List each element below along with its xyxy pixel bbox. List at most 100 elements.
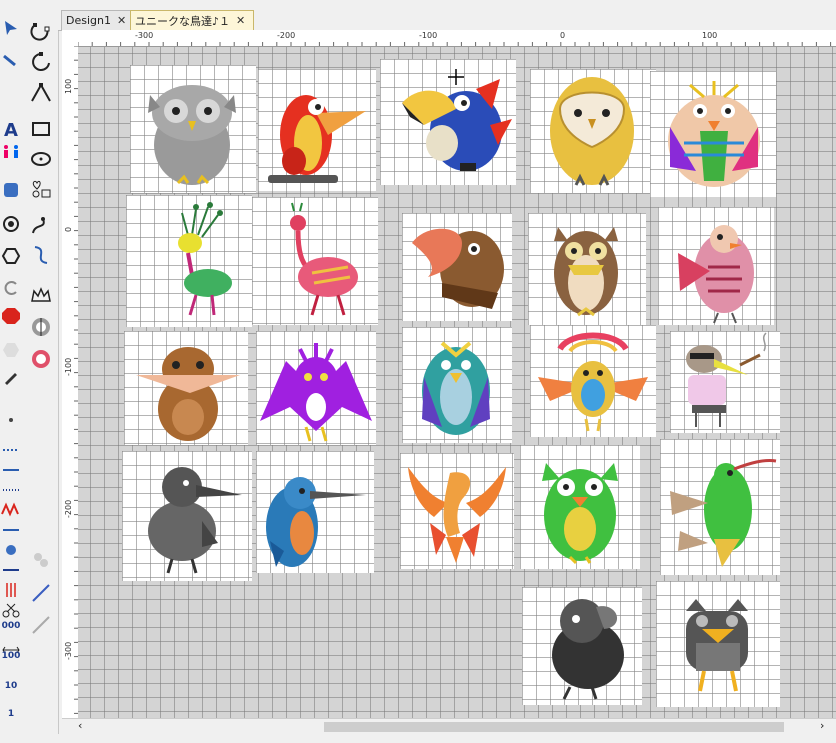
design-smoking-bird[interactable] — [670, 331, 780, 433]
figures-icon[interactable] — [0, 142, 22, 162]
tab-unique-birds[interactable]: ユニークな鳥達♪１ ✕ — [130, 10, 254, 30]
tab-close-icon[interactable]: ✕ — [236, 14, 245, 27]
needle-gray-icon[interactable] — [27, 612, 55, 638]
circle-tool-icon[interactable] — [0, 214, 22, 234]
edit-node-icon[interactable] — [27, 50, 55, 76]
curve-stitch-icon[interactable] — [27, 242, 55, 268]
design-black-crow[interactable] — [122, 451, 252, 581]
applique-icon[interactable] — [27, 314, 55, 340]
design-peacock[interactable] — [126, 195, 252, 327]
bead-icon[interactable] — [0, 540, 22, 560]
hooked-parrot-icon — [412, 228, 504, 309]
flamingo-bird-icon — [290, 202, 358, 316]
pen-icon[interactable] — [0, 368, 22, 388]
design-purple-bat-bird[interactable] — [256, 331, 376, 445]
scroll-left-icon[interactable]: ‹ — [78, 719, 82, 732]
design-gray-owl[interactable] — [130, 65, 256, 193]
fork-icon[interactable] — [0, 580, 22, 600]
stitch-icon-5[interactable] — [0, 560, 22, 580]
shapes-tool-icon[interactable] — [27, 176, 55, 202]
green-parrot-icon — [422, 341, 490, 435]
phoenix-icon — [408, 467, 506, 563]
green-owl-icon — [542, 463, 618, 565]
striped-owl-icon — [668, 81, 760, 187]
crown-icon[interactable] — [27, 282, 55, 308]
kingfisher-icon — [266, 477, 366, 567]
red-toucan-icon — [268, 95, 366, 183]
tab-label: ユニークな鳥達♪１ — [135, 14, 231, 28]
pink-bird-icon — [678, 225, 754, 324]
horizontal-scrollbar[interactable]: ‹ › — [62, 718, 836, 735]
scale-10-label[interactable]: 10 — [0, 676, 22, 696]
hummingbird-icon — [670, 459, 777, 567]
scale-100-label[interactable]: 100 — [0, 646, 22, 666]
magic-wand-icon[interactable] — [27, 548, 55, 574]
design-green-owl[interactable] — [520, 445, 640, 569]
ruler-corner — [62, 30, 79, 47]
design-striped-owl[interactable] — [650, 71, 776, 197]
design-green-parrot[interactable] — [402, 327, 512, 443]
ruler-label: 0 — [560, 31, 566, 40]
ruler-label: 0 — [64, 226, 73, 232]
design-phoenix[interactable] — [400, 453, 514, 569]
monogram-icon[interactable] — [27, 346, 55, 372]
brown-bird-icon — [136, 347, 240, 441]
running-stitch-icon[interactable] — [27, 212, 55, 238]
design-black-crow-2[interactable] — [522, 587, 642, 705]
scrollbar-thumb[interactable] — [324, 722, 784, 732]
stamp-icon[interactable] — [0, 180, 22, 200]
tab-close-icon[interactable]: ✕ — [117, 14, 126, 27]
tools-toolbar — [24, 0, 59, 743]
design-brown-bird[interactable] — [124, 331, 248, 445]
ruler-label: 100 — [702, 31, 718, 40]
rainbow-bird-icon — [538, 332, 648, 432]
needle-icon[interactable] — [27, 580, 55, 606]
crosshair-cursor-icon — [448, 69, 464, 85]
gray-owl-2-icon — [686, 599, 748, 692]
stop-icon[interactable] — [0, 306, 22, 326]
stitch-icon-3[interactable] — [0, 480, 22, 500]
ruler-label: -200 — [277, 31, 296, 40]
smoking-bird-icon — [686, 332, 767, 427]
stitch-icon-4[interactable] — [0, 520, 22, 540]
zigzag-icon[interactable] — [0, 500, 22, 520]
tool-icon-2[interactable] — [0, 52, 22, 72]
ruler-label: -200 — [64, 499, 73, 518]
design-canvas[interactable] — [78, 47, 836, 718]
ruler-ticks — [74, 46, 78, 714]
tool-icon-1[interactable] — [0, 18, 22, 38]
black-crow-icon — [148, 467, 242, 574]
hexagon-tool-icon[interactable] — [0, 246, 22, 266]
design-kingfisher[interactable] — [256, 451, 374, 573]
tab-design1[interactable]: Design1 ✕ — [61, 10, 135, 30]
scale-1-label[interactable]: 1 — [0, 704, 22, 724]
rectangle-tool-icon[interactable] — [27, 116, 55, 142]
cw-tool-icon[interactable] — [0, 278, 22, 298]
stitch-icon-1[interactable] — [0, 440, 22, 460]
black-crow-2-icon — [552, 599, 624, 700]
ruler-ticks — [78, 42, 832, 46]
text-tool-icon[interactable]: A — [0, 120, 22, 141]
design-brown-owl[interactable] — [528, 213, 646, 325]
ruler-label: -100 — [419, 31, 438, 40]
design-barn-owl[interactable] — [530, 69, 656, 193]
ruler-label: -300 — [64, 641, 73, 660]
design-gray-owl-2[interactable] — [656, 581, 780, 707]
vertical-ruler: 100 0 -100 -200 -300 — [62, 46, 79, 718]
brown-owl-icon — [554, 227, 618, 317]
stitch-icon-2[interactable] — [0, 460, 22, 480]
path-tool-icon[interactable] — [27, 80, 55, 106]
design-pink-bird[interactable] — [658, 207, 774, 325]
select-node-icon[interactable] — [27, 20, 55, 46]
design-rainbow-bird[interactable] — [530, 325, 656, 437]
ellipse-tool-icon[interactable] — [27, 146, 55, 172]
design-hummingbird[interactable] — [660, 439, 780, 575]
scale-1000-label[interactable]: 000 — [0, 616, 22, 636]
dots-icon[interactable] — [0, 410, 22, 430]
design-flamingo-bird[interactable] — [252, 197, 378, 325]
scroll-right-icon[interactable]: › — [820, 719, 824, 732]
document-tab-bar: Design1 ✕ ユニークな鳥達♪１ ✕ — [58, 8, 836, 31]
design-red-toucan[interactable] — [258, 69, 376, 191]
design-hooked-parrot[interactable] — [402, 213, 512, 321]
gray-hexagon-icon[interactable] — [0, 340, 22, 360]
